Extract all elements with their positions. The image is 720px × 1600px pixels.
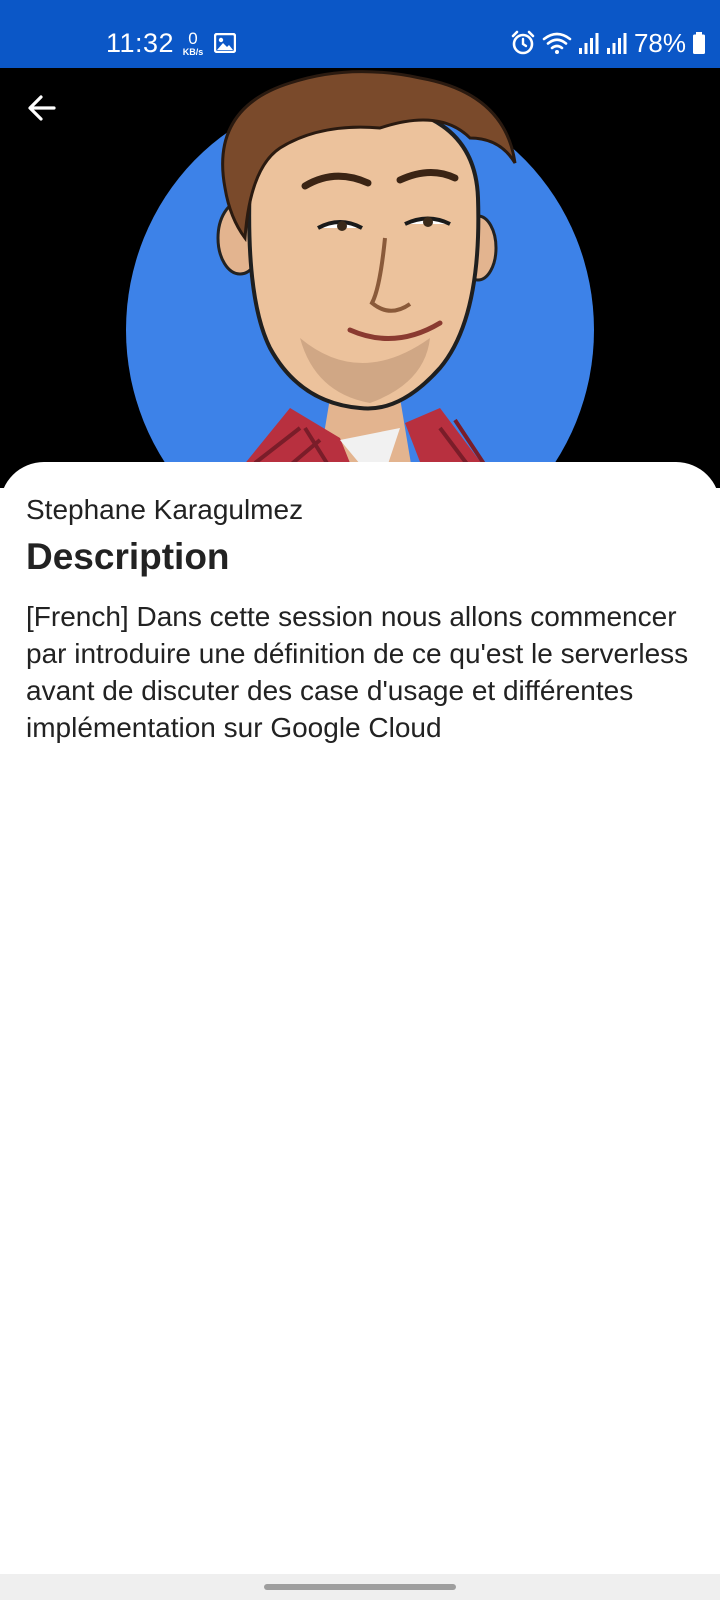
description-heading: Description (26, 536, 230, 577)
network-speed-indicator: 0 KB/s (178, 30, 208, 57)
arrow-left-icon (28, 95, 56, 121)
session-details-sheet: Stephane Karagulmez Description [French]… (0, 462, 720, 1574)
speaker-name[interactable]: Stephane Karagulmez (26, 492, 303, 528)
gesture-navigation-bar (0, 1574, 720, 1600)
home-indicator[interactable] (264, 1584, 456, 1590)
network-speed-value: 0 (188, 29, 198, 48)
back-button[interactable] (18, 84, 66, 132)
speaker-photo (0, 68, 720, 488)
wifi-icon (542, 32, 572, 54)
battery-percent: 78% (633, 28, 686, 58)
speaker-avatar-illustration (0, 68, 720, 488)
session-description: [French] Dans cette session nous allons … (26, 601, 689, 743)
status-bar: 11:32 0 KB/s 78% (0, 0, 720, 68)
alarm-icon (511, 30, 535, 55)
signal-icon (606, 33, 627, 54)
network-speed-unit: KB/s (182, 47, 204, 57)
session-detail-screen: 11:32 0 KB/s 78% Stephane Karagulmez Des… (0, 0, 720, 1600)
gallery-icon (214, 33, 236, 53)
status-icons: 78% (510, 26, 706, 60)
signal-icon (578, 33, 599, 54)
battery-icon (693, 32, 705, 54)
status-time: 11:32 (106, 28, 175, 58)
